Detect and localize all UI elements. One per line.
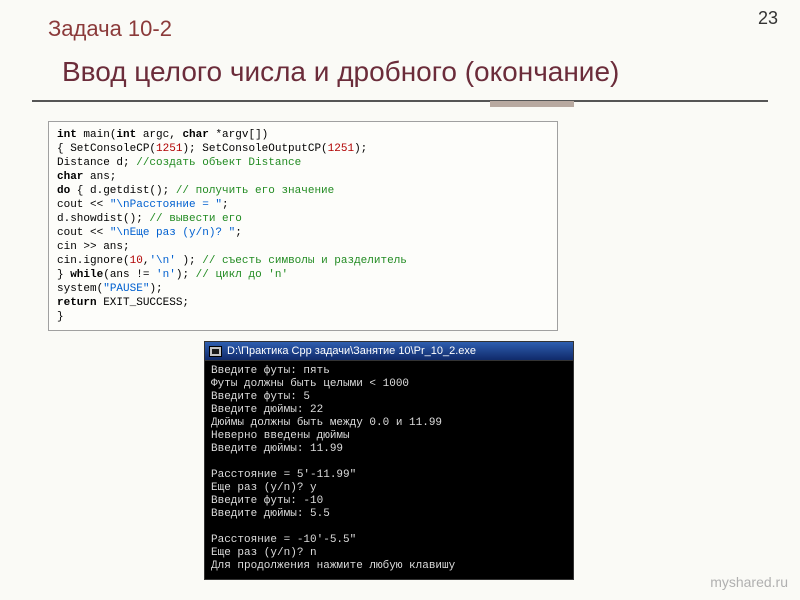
- console-window: D:\Практика Cpp задачи\Занятие 10\Pr_10_…: [204, 341, 574, 580]
- code-kw: int: [116, 129, 136, 141]
- console-title-text: D:\Практика Cpp задачи\Занятие 10\Pr_10_…: [227, 345, 476, 357]
- slide-title: Ввод целого числа и дробного (окончание): [0, 0, 800, 96]
- code-str: '\n': [149, 255, 175, 267]
- code-text: EXIT_SUCCESS;: [97, 297, 189, 309]
- code-text: main(: [77, 129, 117, 141]
- code-comment: // вывести его: [149, 213, 241, 225]
- code-str: 'n': [156, 269, 176, 281]
- code-kw: char: [57, 171, 83, 183]
- code-text: }: [57, 269, 70, 281]
- code-text: ;: [235, 227, 242, 239]
- code-num: 1251: [156, 143, 182, 155]
- watermark: myshared.ru: [710, 574, 788, 590]
- code-comment: // получить его значение: [176, 185, 334, 197]
- code-text: );: [176, 255, 196, 267]
- code-kw: int: [57, 129, 77, 141]
- code-text: ); SetConsoleOutputCP(: [182, 143, 327, 155]
- code-text: }: [57, 311, 64, 323]
- console-icon: [209, 346, 222, 357]
- console-output: Введите футы: пять Футы должны быть целы…: [204, 360, 574, 580]
- code-text: { SetConsoleCP(: [57, 143, 156, 155]
- code-text: argc,: [136, 129, 182, 141]
- code-comment: // съесть символы и разделитель: [196, 255, 407, 267]
- code-kw: while: [70, 269, 103, 281]
- code-text: );: [354, 143, 367, 155]
- code-text: ans;: [83, 171, 116, 183]
- code-text: ;: [222, 199, 229, 211]
- code-str: "\nЕще раз (y/n)? ": [110, 227, 235, 239]
- code-text: { d.getdist();: [70, 185, 176, 197]
- code-text: d.showdist();: [57, 213, 149, 225]
- code-kw: return: [57, 297, 97, 309]
- code-kw: char: [182, 129, 208, 141]
- console-titlebar: D:\Практика Cpp задачи\Занятие 10\Pr_10_…: [204, 341, 574, 360]
- code-num: 1251: [328, 143, 354, 155]
- code-num: 10: [130, 255, 143, 267]
- code-text: *argv[]): [209, 129, 268, 141]
- code-str: "PAUSE": [103, 283, 149, 295]
- code-str: "\nРасстояние = ": [110, 199, 222, 211]
- code-text: cin.ignore(: [57, 255, 130, 267]
- code-comment: // цикл до 'n': [196, 269, 288, 281]
- code-kw: do: [57, 185, 70, 197]
- code-text: );: [149, 283, 162, 295]
- title-divider: [0, 100, 800, 107]
- code-text: cin >> ans;: [57, 241, 130, 253]
- code-text: );: [176, 269, 196, 281]
- code-text: system(: [57, 283, 103, 295]
- code-block: int main(int argc, char *argv[]) { SetCo…: [48, 121, 558, 331]
- code-text: cout <<: [57, 199, 110, 211]
- code-text: Distance d;: [57, 157, 136, 169]
- code-text: (ans !=: [103, 269, 156, 281]
- code-text: cout <<: [57, 227, 110, 239]
- problem-label: Задача 10-2: [48, 16, 172, 42]
- code-comment: //создать объект Distance: [136, 157, 301, 169]
- page-number: 23: [758, 8, 778, 29]
